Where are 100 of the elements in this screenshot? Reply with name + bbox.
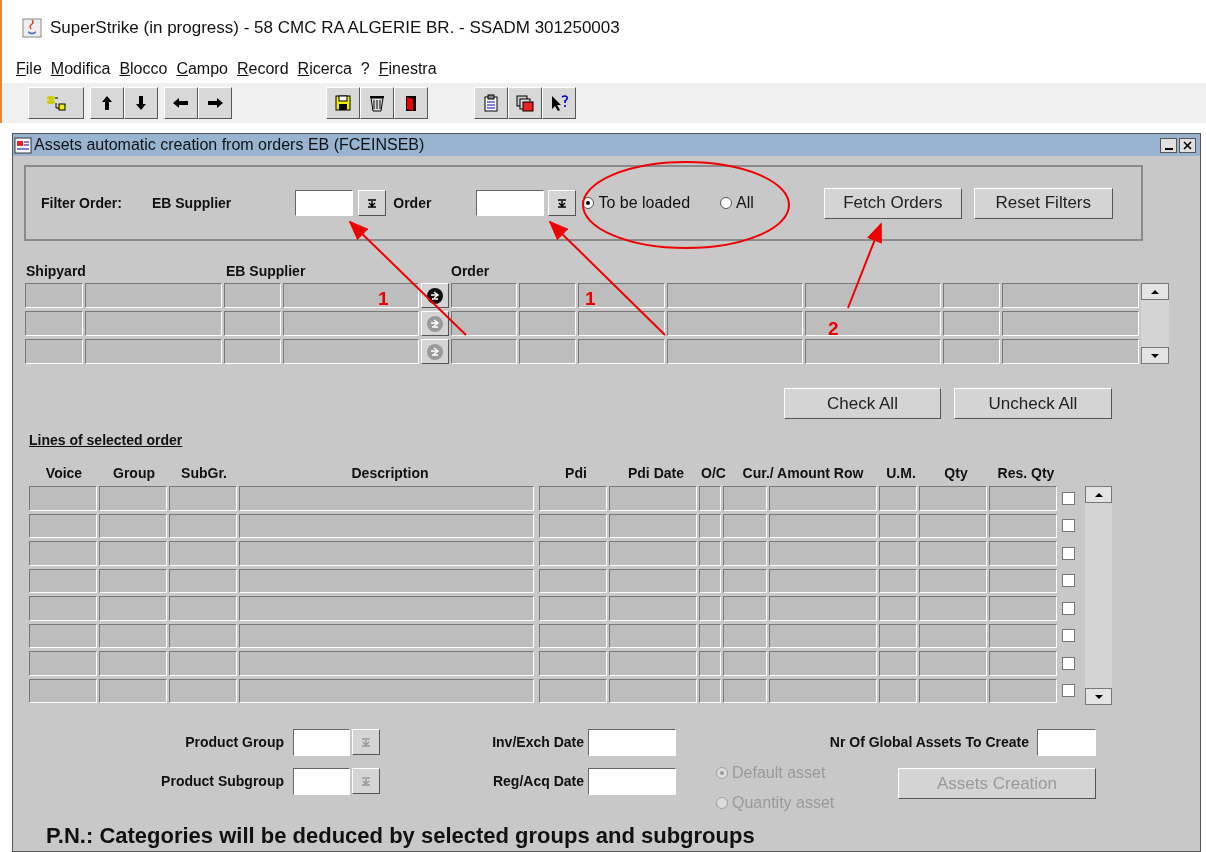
grid-field[interactable] (99, 678, 167, 703)
form-button[interactable]: Check All (784, 388, 941, 419)
close-button[interactable] (1179, 137, 1196, 153)
grid-field[interactable] (919, 596, 987, 621)
grid-field[interactable] (699, 623, 721, 648)
grid-field[interactable] (879, 596, 917, 621)
grid-field[interactable] (239, 486, 534, 511)
grid-field[interactable] (879, 513, 917, 538)
grid-field[interactable] (99, 486, 167, 511)
grid-field[interactable] (609, 623, 697, 648)
grid-field[interactable] (723, 623, 767, 648)
toolbar-button[interactable] (198, 87, 232, 119)
grid-field[interactable] (943, 311, 1000, 336)
grid-field[interactable] (609, 541, 697, 566)
grid-field[interactable] (283, 283, 419, 308)
grid-field[interactable] (943, 339, 1000, 364)
grid-field[interactable] (519, 283, 576, 308)
checkbox[interactable] (1062, 491, 1075, 505)
radio-button[interactable] (720, 197, 733, 209)
grid-field[interactable] (239, 568, 534, 593)
grid-field[interactable] (578, 311, 665, 336)
scrollbar[interactable] (1141, 283, 1169, 364)
grid-field[interactable] (919, 651, 987, 676)
order-field[interactable] (476, 190, 545, 216)
grid-field[interactable] (539, 486, 607, 511)
checkbox[interactable] (1062, 656, 1075, 670)
dropdown-button[interactable] (352, 768, 380, 794)
checkbox[interactable] (1062, 684, 1075, 698)
grid-field[interactable] (989, 651, 1057, 676)
grid-field[interactable] (989, 568, 1057, 593)
grid-field[interactable] (879, 541, 917, 566)
grid-field[interactable] (539, 596, 607, 621)
toolbar-button[interactable] (164, 87, 198, 119)
grid-field[interactable] (169, 568, 237, 593)
grid-field[interactable] (919, 678, 987, 703)
grid-field[interactable] (29, 651, 97, 676)
grid-field[interactable] (723, 678, 767, 703)
grid-field[interactable] (539, 651, 607, 676)
menu-item[interactable]: Blocco (119, 57, 168, 81)
grid-field[interactable] (943, 283, 1000, 308)
grid-field[interactable] (169, 596, 237, 621)
grid-field[interactable] (919, 486, 987, 511)
grid-field[interactable] (699, 651, 721, 676)
grid-field[interactable] (25, 283, 83, 308)
scroll-up-button[interactable] (1085, 486, 1112, 503)
grid-field[interactable] (699, 513, 721, 538)
grid-field[interactable] (29, 623, 97, 648)
grid-field[interactable] (99, 651, 167, 676)
grid-field[interactable] (769, 541, 877, 566)
toolbar-button[interactable] (394, 87, 428, 119)
grid-field[interactable] (769, 623, 877, 648)
supplier-field[interactable] (295, 190, 354, 216)
grid-field[interactable] (29, 486, 97, 511)
grid-field[interactable] (699, 568, 721, 593)
grid-field[interactable] (919, 623, 987, 648)
grid-field[interactable] (609, 568, 697, 593)
grid-field[interactable] (723, 513, 767, 538)
grid-field[interactable] (29, 678, 97, 703)
grid-field[interactable] (239, 678, 534, 703)
grid-field[interactable] (451, 283, 517, 308)
grid-field[interactable] (519, 339, 576, 364)
grid-field[interactable] (539, 513, 607, 538)
date-field[interactable] (588, 729, 676, 756)
menu-item[interactable]: ? (360, 57, 370, 81)
grid-field[interactable] (667, 311, 803, 336)
grid-field[interactable] (99, 513, 167, 538)
toolbar-button[interactable] (28, 87, 84, 119)
grid-field[interactable] (1002, 311, 1139, 336)
grid-field[interactable] (919, 513, 987, 538)
grid-field[interactable] (805, 339, 941, 364)
grid-field[interactable] (1002, 283, 1139, 308)
row-action-button[interactable] (421, 339, 449, 364)
grid-field[interactable] (29, 596, 97, 621)
grid-field[interactable] (578, 339, 665, 364)
grid-field[interactable] (25, 311, 83, 336)
grid-field[interactable] (609, 486, 697, 511)
grid-field[interactable] (879, 651, 917, 676)
grid-field[interactable] (85, 339, 222, 364)
grid-field[interactable] (699, 486, 721, 511)
grid-field[interactable] (769, 486, 877, 511)
grid-field[interactable] (919, 568, 987, 593)
grid-field[interactable] (99, 623, 167, 648)
grid-field[interactable] (539, 623, 607, 648)
menu-item[interactable]: Campo (176, 57, 228, 81)
grid-field[interactable] (1002, 339, 1139, 364)
grid-field[interactable] (29, 541, 97, 566)
grid-field[interactable] (805, 311, 941, 336)
grid-field[interactable] (609, 513, 697, 538)
grid-field[interactable] (879, 678, 917, 703)
toolbar-button[interactable] (508, 87, 542, 119)
grid-field[interactable] (539, 678, 607, 703)
grid-field[interactable] (769, 568, 877, 593)
form-button[interactable]: Uncheck All (954, 388, 1112, 419)
grid-field[interactable] (989, 513, 1057, 538)
grid-field[interactable] (224, 283, 281, 308)
grid-field[interactable] (239, 513, 534, 538)
grid-field[interactable] (879, 486, 917, 511)
grid-field[interactable] (723, 568, 767, 593)
toolbar-button[interactable] (90, 87, 124, 119)
product-field[interactable] (293, 729, 350, 756)
